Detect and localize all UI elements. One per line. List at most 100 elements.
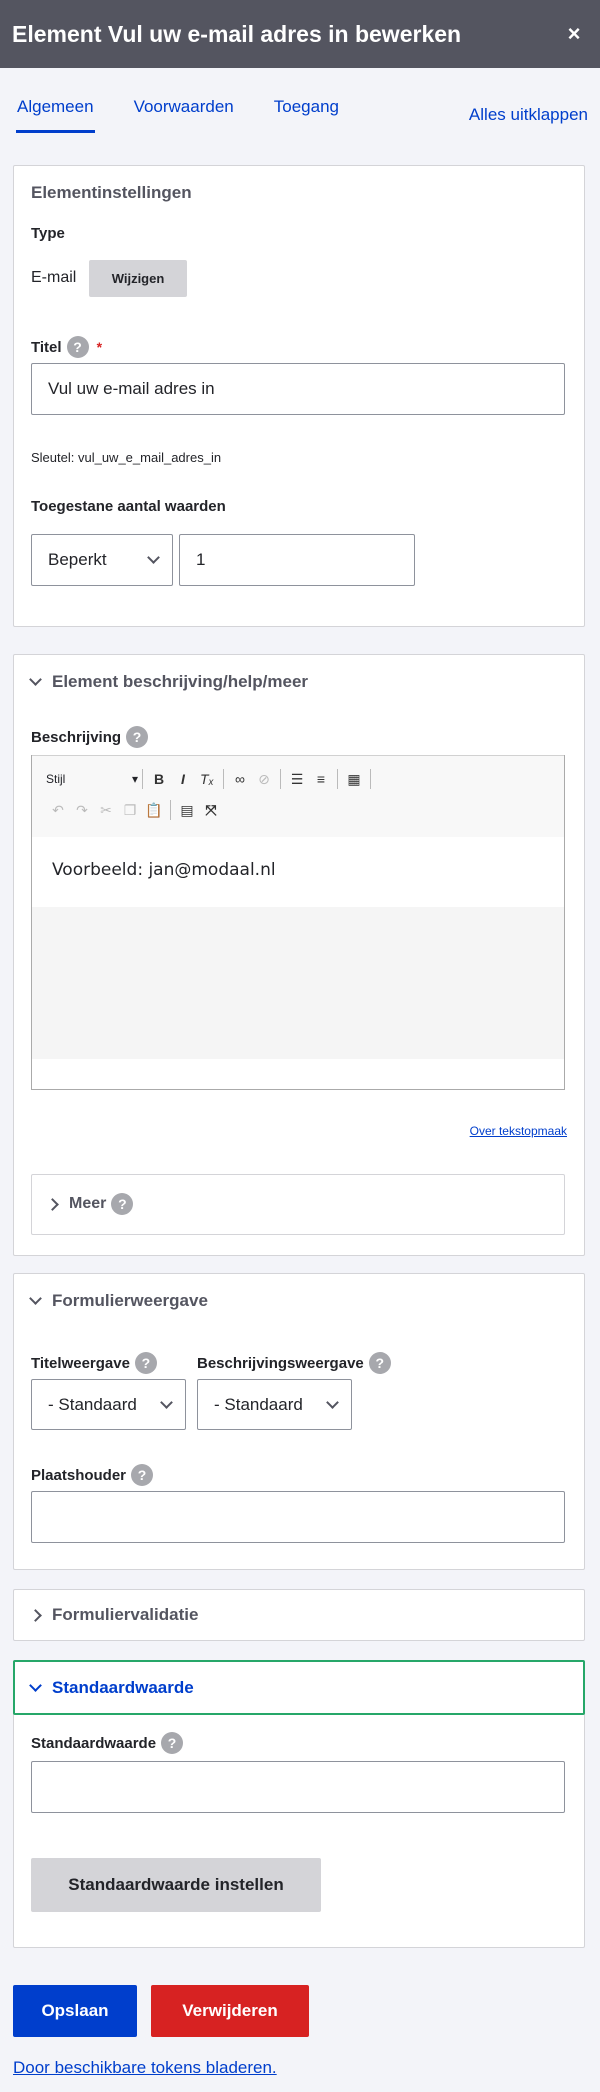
more-details[interactable]: Meer ? [31,1174,565,1235]
maximize-icon[interactable]: ⤧ [199,802,223,819]
default-value-title: Standaardwaarde [52,1678,194,1697]
editor-empty-area [32,907,564,1059]
more-label: Meer [69,1195,107,1212]
paste-icon[interactable]: 📋 [142,802,166,819]
title-display-select[interactable]: - Standaard [31,1379,186,1430]
bold-icon[interactable]: B [147,771,171,787]
machine-key: Sleutel: vul_uw_e_mail_adres_in [31,450,222,465]
bulleted-list-icon[interactable]: ☰ [285,771,309,788]
form-validation-card: Formuliervalidatie [13,1589,585,1641]
title-label-row: Titel ? * [31,336,102,358]
allowed-values-select[interactable]: Beperkt [31,534,173,586]
numbered-list-icon[interactable]: ≡ [309,771,333,787]
description-title: Element beschrijving/help/meer [52,672,309,691]
form-display-title: Formulierweergave [52,1291,208,1310]
redo-icon[interactable]: ↷ [70,802,94,819]
element-settings-card: Elementinstellingen Type E-mail Wijzigen… [13,165,585,627]
chevron-down-icon [29,1291,42,1305]
toolbar-separator [142,769,143,789]
chevron-right-icon [29,1608,42,1622]
editor-content[interactable]: Voorbeeld: jan@modaal.nl [32,837,564,907]
desc-display-value: - Standaard [214,1394,303,1414]
italic-icon[interactable]: I [171,771,195,787]
help-icon[interactable]: ? [111,1193,134,1215]
style-select-label: Stijl [46,772,66,786]
link-icon[interactable]: ∞ [228,771,252,787]
set-default-button[interactable]: Standaardwaarde instellen [31,1858,321,1912]
toolbar-separator [280,769,281,789]
toolbar-separator [337,769,338,789]
editor-toolbar: Stijl ▾ B I Tₓ ∞ ⊘ ☰ ≡ ▦ ↶ ↷ ✂ ❐ 📋 ▤ ⤧ [32,755,564,837]
default-value-card: Standaardwaarde Standaardwaarde ? Standa… [13,1660,585,1948]
tab-bar: Algemeen Voorwaarden Toegang Alles uitkl… [16,95,588,135]
text-format-link[interactable]: Over tekstopmaak [470,1124,567,1138]
form-validation-summary[interactable]: Formuliervalidatie [29,1605,198,1625]
tab-algemeen[interactable]: Algemeen [16,95,95,133]
help-icon[interactable]: ? [126,726,149,748]
element-settings-title: Elementinstellingen [31,183,192,202]
rich-text-editor: Stijl ▾ B I Tₓ ∞ ⊘ ☰ ≡ ▦ ↶ ↷ ✂ ❐ 📋 ▤ ⤧ V… [31,755,565,1090]
title-display-label-row: Titelweergave ? [31,1352,157,1374]
style-select[interactable]: Stijl ▾ [46,772,138,786]
editor-text: Voorbeeld: jan@modaal.nl [52,860,276,880]
default-summary-row: Standaardwaarde [29,1678,194,1698]
cut-icon[interactable]: ✂ [94,802,118,819]
browse-tokens-link[interactable]: Door beschikbare tokens bladeren. [13,2058,277,2078]
allowed-select-value: Beperkt [48,550,107,569]
dialog-title: Element Vul uw e-mail adres in bewerken [12,20,462,47]
save-button[interactable]: Opslaan [13,1985,137,2037]
tab-voorwaarden[interactable]: Voorwaarden [133,95,235,133]
placeholder-input[interactable] [31,1491,565,1543]
delete-button[interactable]: Verwijderen [151,1985,309,2037]
table-icon[interactable]: ▦ [342,771,366,788]
undo-icon[interactable]: ↶ [46,802,70,819]
chevron-down-icon [29,672,42,686]
required-mark: * [96,339,103,355]
description-label-row: Beschrijving ? [31,726,149,748]
change-type-button[interactable]: Wijzigen [89,260,187,297]
help-icon[interactable]: ? [131,1464,154,1486]
source-icon[interactable]: ▤ [175,802,199,819]
desc-display-label-row: Beschrijvingsweergave ? [197,1352,391,1374]
description-summary[interactable]: Element beschrijving/help/meer [29,672,309,692]
chevron-down-icon [326,1395,339,1409]
default-label-row: Standaardwaarde ? [31,1732,184,1754]
toolbar-separator [370,769,371,789]
default-value-input[interactable] [31,1761,565,1813]
form-display-summary[interactable]: Formulierweergave [29,1291,208,1311]
desc-display-select[interactable]: - Standaard [197,1379,352,1430]
form-display-card: Formulierweergave Titelweergave ? Beschr… [13,1273,585,1570]
expand-all-link[interactable]: Alles uitklappen [469,105,588,125]
title-label: Titel [31,338,62,356]
more-summary[interactable]: Meer ? [46,1193,134,1215]
placeholder-label: Plaatshouder [31,1466,127,1484]
style-select-caret-icon: ▾ [131,772,138,786]
close-icon[interactable]: × [560,21,588,47]
help-icon[interactable]: ? [66,336,89,358]
help-icon[interactable]: ? [368,1352,391,1374]
title-display-label: Titelweergave [31,1354,130,1372]
desc-display-label: Beschrijvingsweergave [197,1354,364,1372]
placeholder-label-row: Plaatshouder ? [31,1464,154,1486]
description-card: Element beschrijving/help/meer Beschrijv… [13,654,585,1256]
chevron-down-icon [160,1395,173,1409]
tab-toegang[interactable]: Toegang [273,95,340,133]
unlink-icon[interactable]: ⊘ [252,771,276,788]
chevron-down-icon [29,1678,42,1692]
title-display-value: - Standaard [48,1394,137,1414]
default-label: Standaardwaarde [31,1734,157,1752]
help-icon[interactable]: ? [161,1732,184,1754]
help-icon[interactable]: ? [134,1352,157,1374]
chevron-down-icon [147,551,160,564]
remove-format-icon[interactable]: Tₓ [195,771,219,787]
allowed-number-input[interactable]: 1 [179,534,415,586]
copy-icon[interactable]: ❐ [118,802,142,819]
default-value-summary[interactable]: Standaardwaarde [13,1660,585,1715]
type-label: Type [31,225,65,242]
type-value: E-mail [31,269,77,286]
title-input[interactable]: Vul uw e-mail adres in [31,363,565,415]
description-label: Beschrijving [31,728,122,746]
dialog-titlebar: Element Vul uw e-mail adres in bewerken … [0,0,600,68]
chevron-right-icon [46,1197,59,1211]
toolbar-separator [170,800,171,820]
